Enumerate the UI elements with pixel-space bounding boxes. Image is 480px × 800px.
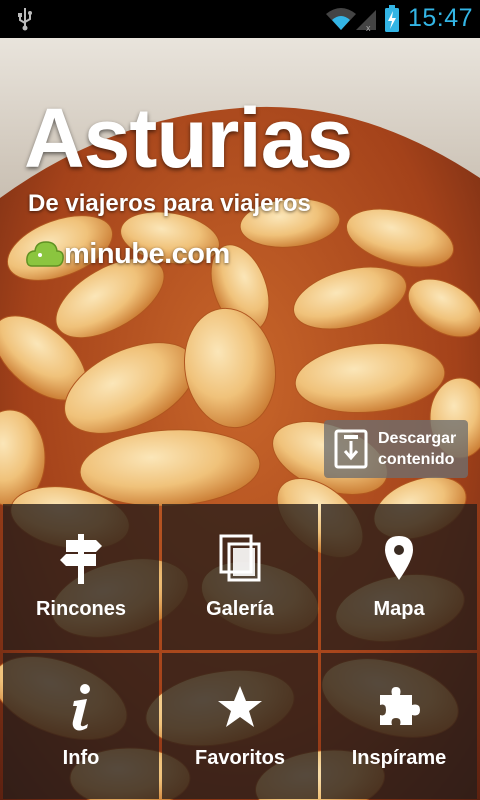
signpost-icon bbox=[60, 534, 102, 584]
menu-label: Rincones bbox=[35, 598, 127, 620]
menu-tile-mapa[interactable]: Mapa bbox=[321, 504, 477, 650]
menu-tile-favoritos[interactable]: Favoritos bbox=[162, 653, 318, 799]
wifi-icon bbox=[326, 8, 356, 30]
menu-grid: Rincones Galería Mapa Info Favoritos Ins… bbox=[0, 502, 480, 800]
usb-icon bbox=[18, 8, 32, 31]
app-title: Asturias bbox=[24, 91, 353, 185]
download-icon bbox=[334, 429, 368, 469]
battery-charging-icon bbox=[385, 5, 399, 32]
brand-name: minube.com bbox=[64, 237, 230, 270]
status-bar: x 15:47 bbox=[0, 0, 480, 38]
menu-label: Mapa bbox=[373, 598, 425, 620]
menu-label: Galería bbox=[206, 598, 274, 620]
menu-tile-galeria[interactable]: Galería bbox=[162, 504, 318, 650]
brand-logo: minube.com bbox=[26, 236, 230, 272]
svg-text:x: x bbox=[366, 23, 371, 32]
map-pin-icon bbox=[385, 536, 413, 580]
menu-tile-rincones[interactable]: Rincones bbox=[3, 504, 159, 650]
download-label-line2: contenido bbox=[378, 451, 455, 468]
puzzle-icon bbox=[380, 687, 420, 725]
app-subtitle: De viajeros para viajeros bbox=[28, 190, 311, 217]
cloud-logo-icon bbox=[26, 241, 64, 267]
download-content-button[interactable]: Descargar contenido bbox=[324, 420, 468, 478]
menu-label: Favoritos bbox=[194, 747, 286, 769]
star-icon bbox=[218, 686, 262, 727]
menu-label: Info bbox=[62, 747, 100, 769]
gallery-icon bbox=[219, 534, 261, 582]
signal-icon: x bbox=[356, 10, 376, 32]
download-label-line1: Descargar bbox=[378, 430, 457, 447]
clock: 15:47 bbox=[408, 4, 474, 32]
menu-tile-info[interactable]: Info bbox=[3, 653, 159, 799]
menu-label: Inspírame bbox=[351, 747, 447, 769]
info-icon bbox=[72, 684, 90, 731]
download-label: Descargar contenido bbox=[378, 428, 456, 470]
menu-tile-inspirame[interactable]: Inspírame bbox=[321, 653, 477, 799]
